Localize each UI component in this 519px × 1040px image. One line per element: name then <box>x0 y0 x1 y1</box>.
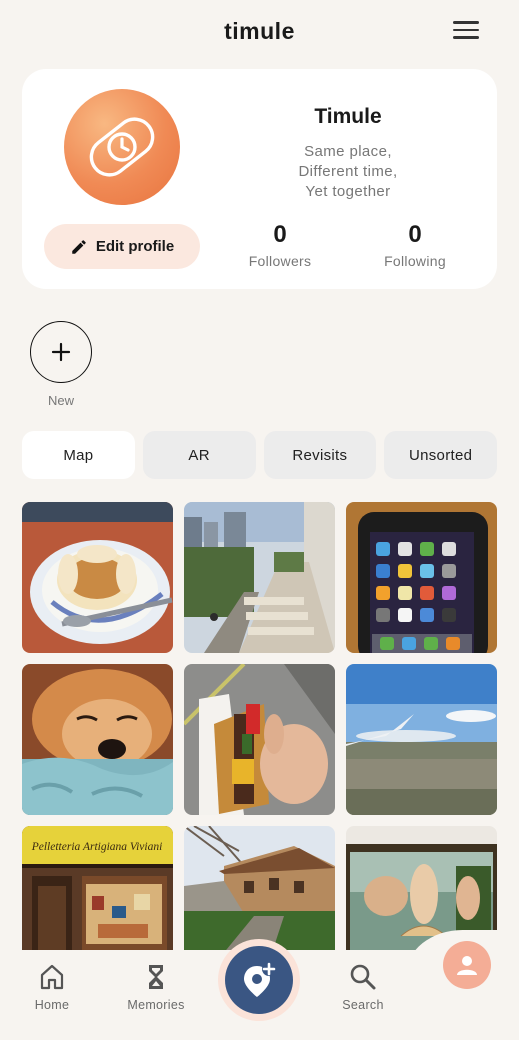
tab-map[interactable]: Map <box>22 431 135 479</box>
photo-city-stairs[interactable] <box>184 502 335 653</box>
timule-logo-icon <box>89 117 155 177</box>
profile-card: Timule Same place, Different time, Yet t… <box>22 69 497 289</box>
bio-line: Different time, <box>298 163 398 180</box>
bio-line: Yet together <box>305 183 391 200</box>
tab-ar[interactable]: AR <box>142 431 256 479</box>
new-story[interactable]: New <box>30 321 92 408</box>
photo-grid: Pelletteria Artigiana Viviani <box>22 502 497 977</box>
nav-search[interactable]: Search <box>323 962 403 1012</box>
photo-dessert-plate[interactable] <box>22 502 173 653</box>
bio-line: Same place, <box>304 143 392 160</box>
tab-unsorted[interactable]: Unsorted <box>384 431 497 479</box>
hourglass-icon <box>149 965 163 989</box>
add-memory-button[interactable] <box>218 939 300 1021</box>
avatar <box>64 89 180 205</box>
followers-stat[interactable]: 0 Followers <box>225 221 335 269</box>
nav-memories[interactable]: Memories <box>116 962 196 1012</box>
nav-home[interactable]: Home <box>12 962 92 1012</box>
profile-name: Timule <box>314 105 382 128</box>
storefront-sign-text: Pelletteria Artigiana Viviani <box>31 841 163 853</box>
person-icon <box>457 956 477 975</box>
photo-airplane-window-view[interactable] <box>346 664 497 815</box>
home-icon <box>40 964 64 990</box>
edit-profile-button[interactable]: Edit profile <box>44 224 200 269</box>
photo-old-iphone[interactable] <box>346 502 497 653</box>
photo-sandwich-in-hand[interactable] <box>184 664 335 815</box>
plus-icon <box>51 342 71 362</box>
nav-home-label: Home <box>34 998 70 1012</box>
new-story-button[interactable] <box>30 321 92 383</box>
profile-fab-button[interactable] <box>443 941 491 989</box>
following-count: 0 <box>408 221 422 248</box>
add-location-pin-icon <box>244 962 276 997</box>
followers-label: Followers <box>248 253 312 269</box>
search-icon <box>350 964 376 990</box>
app-title: timule <box>224 18 295 44</box>
app-header: timule <box>0 0 519 66</box>
profile-bio: Same place, Different time, Yet together <box>248 142 448 202</box>
edit-profile-label: Edit profile <box>95 238 175 255</box>
following-stat[interactable]: 0 Following <box>360 221 470 269</box>
following-label: Following <box>384 253 446 269</box>
view-tabs: Map AR Revisits Unsorted <box>22 431 497 479</box>
new-story-label: New <box>47 393 74 408</box>
nav-search-label: Search <box>342 998 384 1012</box>
hamburger-menu-icon[interactable] <box>452 19 480 41</box>
tab-revisits[interactable]: Revisits <box>263 431 377 479</box>
nav-memories-label: Memories <box>127 998 185 1012</box>
followers-count: 0 <box>273 221 287 248</box>
add-memory-inner <box>225 946 293 1014</box>
photo-sleeping-dog[interactable] <box>22 664 173 815</box>
pencil-icon <box>72 239 86 254</box>
